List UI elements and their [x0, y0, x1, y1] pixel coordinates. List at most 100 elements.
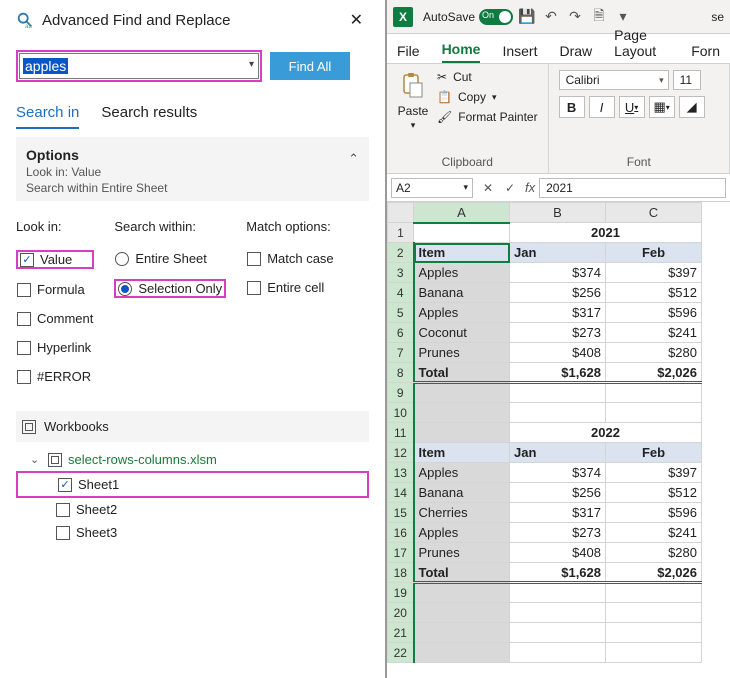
formula-input[interactable]: 2021 — [539, 178, 726, 198]
row-header[interactable]: 7 — [388, 343, 414, 363]
cut-button[interactable]: ✂Cut — [437, 70, 538, 84]
cell[interactable] — [606, 403, 702, 423]
tree-sheet2[interactable]: Sheet2 — [16, 498, 369, 521]
cell[interactable] — [414, 423, 510, 443]
menu-page-layout[interactable]: Page Layout — [614, 27, 669, 63]
name-box[interactable]: A2▾ — [391, 178, 473, 198]
cell[interactable] — [414, 623, 510, 643]
menu-formulas[interactable]: Forn — [691, 43, 720, 63]
cell[interactable]: $273 — [510, 323, 606, 343]
tree-file[interactable]: ⌄ select-rows-columns.xlsm — [16, 448, 369, 471]
search-within-entire[interactable]: Entire Sheet — [114, 250, 226, 267]
row-header[interactable]: 1 — [388, 223, 414, 243]
column-header[interactable]: A — [414, 203, 510, 223]
cell[interactable]: $317 — [510, 303, 606, 323]
cell[interactable] — [414, 603, 510, 623]
cell[interactable]: Total — [414, 363, 510, 383]
cell[interactable]: Jan — [510, 243, 606, 263]
cell[interactable]: Prunes — [414, 343, 510, 363]
cell[interactable]: 2021 — [510, 223, 702, 243]
paste-button[interactable]: Paste ▾ — [397, 70, 429, 131]
cell[interactable]: Apples — [414, 303, 510, 323]
cell[interactable] — [414, 403, 510, 423]
tree-sheet3[interactable]: Sheet3 — [16, 521, 369, 544]
cell[interactable]: $374 — [510, 463, 606, 483]
format-painter-button[interactable]: 🖌Format Painter — [437, 110, 538, 124]
borders-button[interactable]: ▦ ▾ — [649, 96, 675, 118]
cell[interactable]: $596 — [606, 303, 702, 323]
look-in-formula[interactable]: Formula — [16, 281, 94, 298]
look-in-value[interactable]: Value — [16, 250, 94, 269]
cell[interactable]: $512 — [606, 283, 702, 303]
cell[interactable]: $408 — [510, 343, 606, 363]
cell[interactable]: Coconut — [414, 323, 510, 343]
cell[interactable] — [606, 383, 702, 403]
find-all-button[interactable]: Find All — [270, 52, 350, 80]
fx-icon[interactable]: fx — [525, 180, 535, 195]
font-size-select[interactable]: 11 — [673, 70, 701, 90]
match-case[interactable]: Match case — [246, 250, 334, 267]
look-in-comment[interactable]: Comment — [16, 310, 94, 327]
cell[interactable]: Banana — [414, 483, 510, 503]
menu-home[interactable]: Home — [442, 41, 481, 63]
row-header[interactable]: 12 — [388, 443, 414, 463]
row-header[interactable]: 10 — [388, 403, 414, 423]
bold-button[interactable]: B — [559, 96, 585, 118]
row-header[interactable]: 9 — [388, 383, 414, 403]
cell[interactable]: $256 — [510, 483, 606, 503]
cell[interactable]: 2022 — [510, 423, 702, 443]
look-in-error[interactable]: #ERROR — [16, 368, 94, 385]
cell[interactable] — [606, 603, 702, 623]
tab-search-in[interactable]: Search in — [16, 104, 79, 129]
row-header[interactable]: 18 — [388, 563, 414, 583]
select-all-cell[interactable] — [388, 203, 414, 223]
cell[interactable]: Item — [414, 243, 510, 263]
options-collapse-icon[interactable]: ⌃ — [348, 151, 359, 167]
cell[interactable]: $317 — [510, 503, 606, 523]
cell[interactable] — [510, 383, 606, 403]
row-header[interactable]: 14 — [388, 483, 414, 503]
cell[interactable]: Item — [414, 443, 510, 463]
cell[interactable] — [414, 223, 510, 243]
cell[interactable]: $241 — [606, 323, 702, 343]
worksheet-grid[interactable]: ABC120212ItemJanFeb3Apples$374$3974Banan… — [387, 202, 730, 678]
cell[interactable]: Apples — [414, 463, 510, 483]
look-in-hyperlink[interactable]: Hyperlink — [16, 339, 94, 356]
cell[interactable] — [510, 403, 606, 423]
enter-formula-icon[interactable]: ✓ — [499, 181, 521, 195]
row-header[interactable]: 15 — [388, 503, 414, 523]
cell[interactable]: $374 — [510, 263, 606, 283]
cell[interactable]: Cherries — [414, 503, 510, 523]
cell[interactable]: $397 — [606, 463, 702, 483]
underline-button[interactable]: U ▾ — [619, 96, 645, 118]
cell[interactable]: $280 — [606, 543, 702, 563]
autosave-toggle[interactable]: AutoSave On — [423, 9, 513, 25]
cell[interactable]: $2,026 — [606, 563, 702, 583]
row-header[interactable]: 13 — [388, 463, 414, 483]
cell[interactable] — [510, 583, 606, 603]
cell[interactable]: Prunes — [414, 543, 510, 563]
cancel-formula-icon[interactable]: ✕ — [477, 181, 499, 195]
cell[interactable]: $596 — [606, 503, 702, 523]
cell[interactable]: $280 — [606, 343, 702, 363]
tree-sheet1[interactable]: Sheet1 — [16, 471, 369, 498]
column-header[interactable]: B — [510, 203, 606, 223]
cell[interactable]: Feb — [606, 243, 702, 263]
match-entire-cell[interactable]: Entire cell — [246, 279, 334, 296]
cell[interactable]: $1,628 — [510, 363, 606, 383]
search-input[interactable]: apples ▾ — [19, 53, 259, 79]
cell[interactable]: $408 — [510, 543, 606, 563]
cell[interactable] — [606, 643, 702, 663]
cell[interactable]: Jan — [510, 443, 606, 463]
row-header[interactable]: 8 — [388, 363, 414, 383]
redo-icon[interactable]: ↷ — [565, 7, 585, 27]
row-header[interactable]: 16 — [388, 523, 414, 543]
cell[interactable] — [414, 583, 510, 603]
save-icon[interactable]: 💾 — [517, 7, 537, 27]
cell[interactable] — [414, 643, 510, 663]
column-header[interactable]: C — [606, 203, 702, 223]
menu-insert[interactable]: Insert — [502, 43, 537, 63]
cell[interactable] — [510, 643, 606, 663]
cell[interactable]: $241 — [606, 523, 702, 543]
cell[interactable]: $512 — [606, 483, 702, 503]
